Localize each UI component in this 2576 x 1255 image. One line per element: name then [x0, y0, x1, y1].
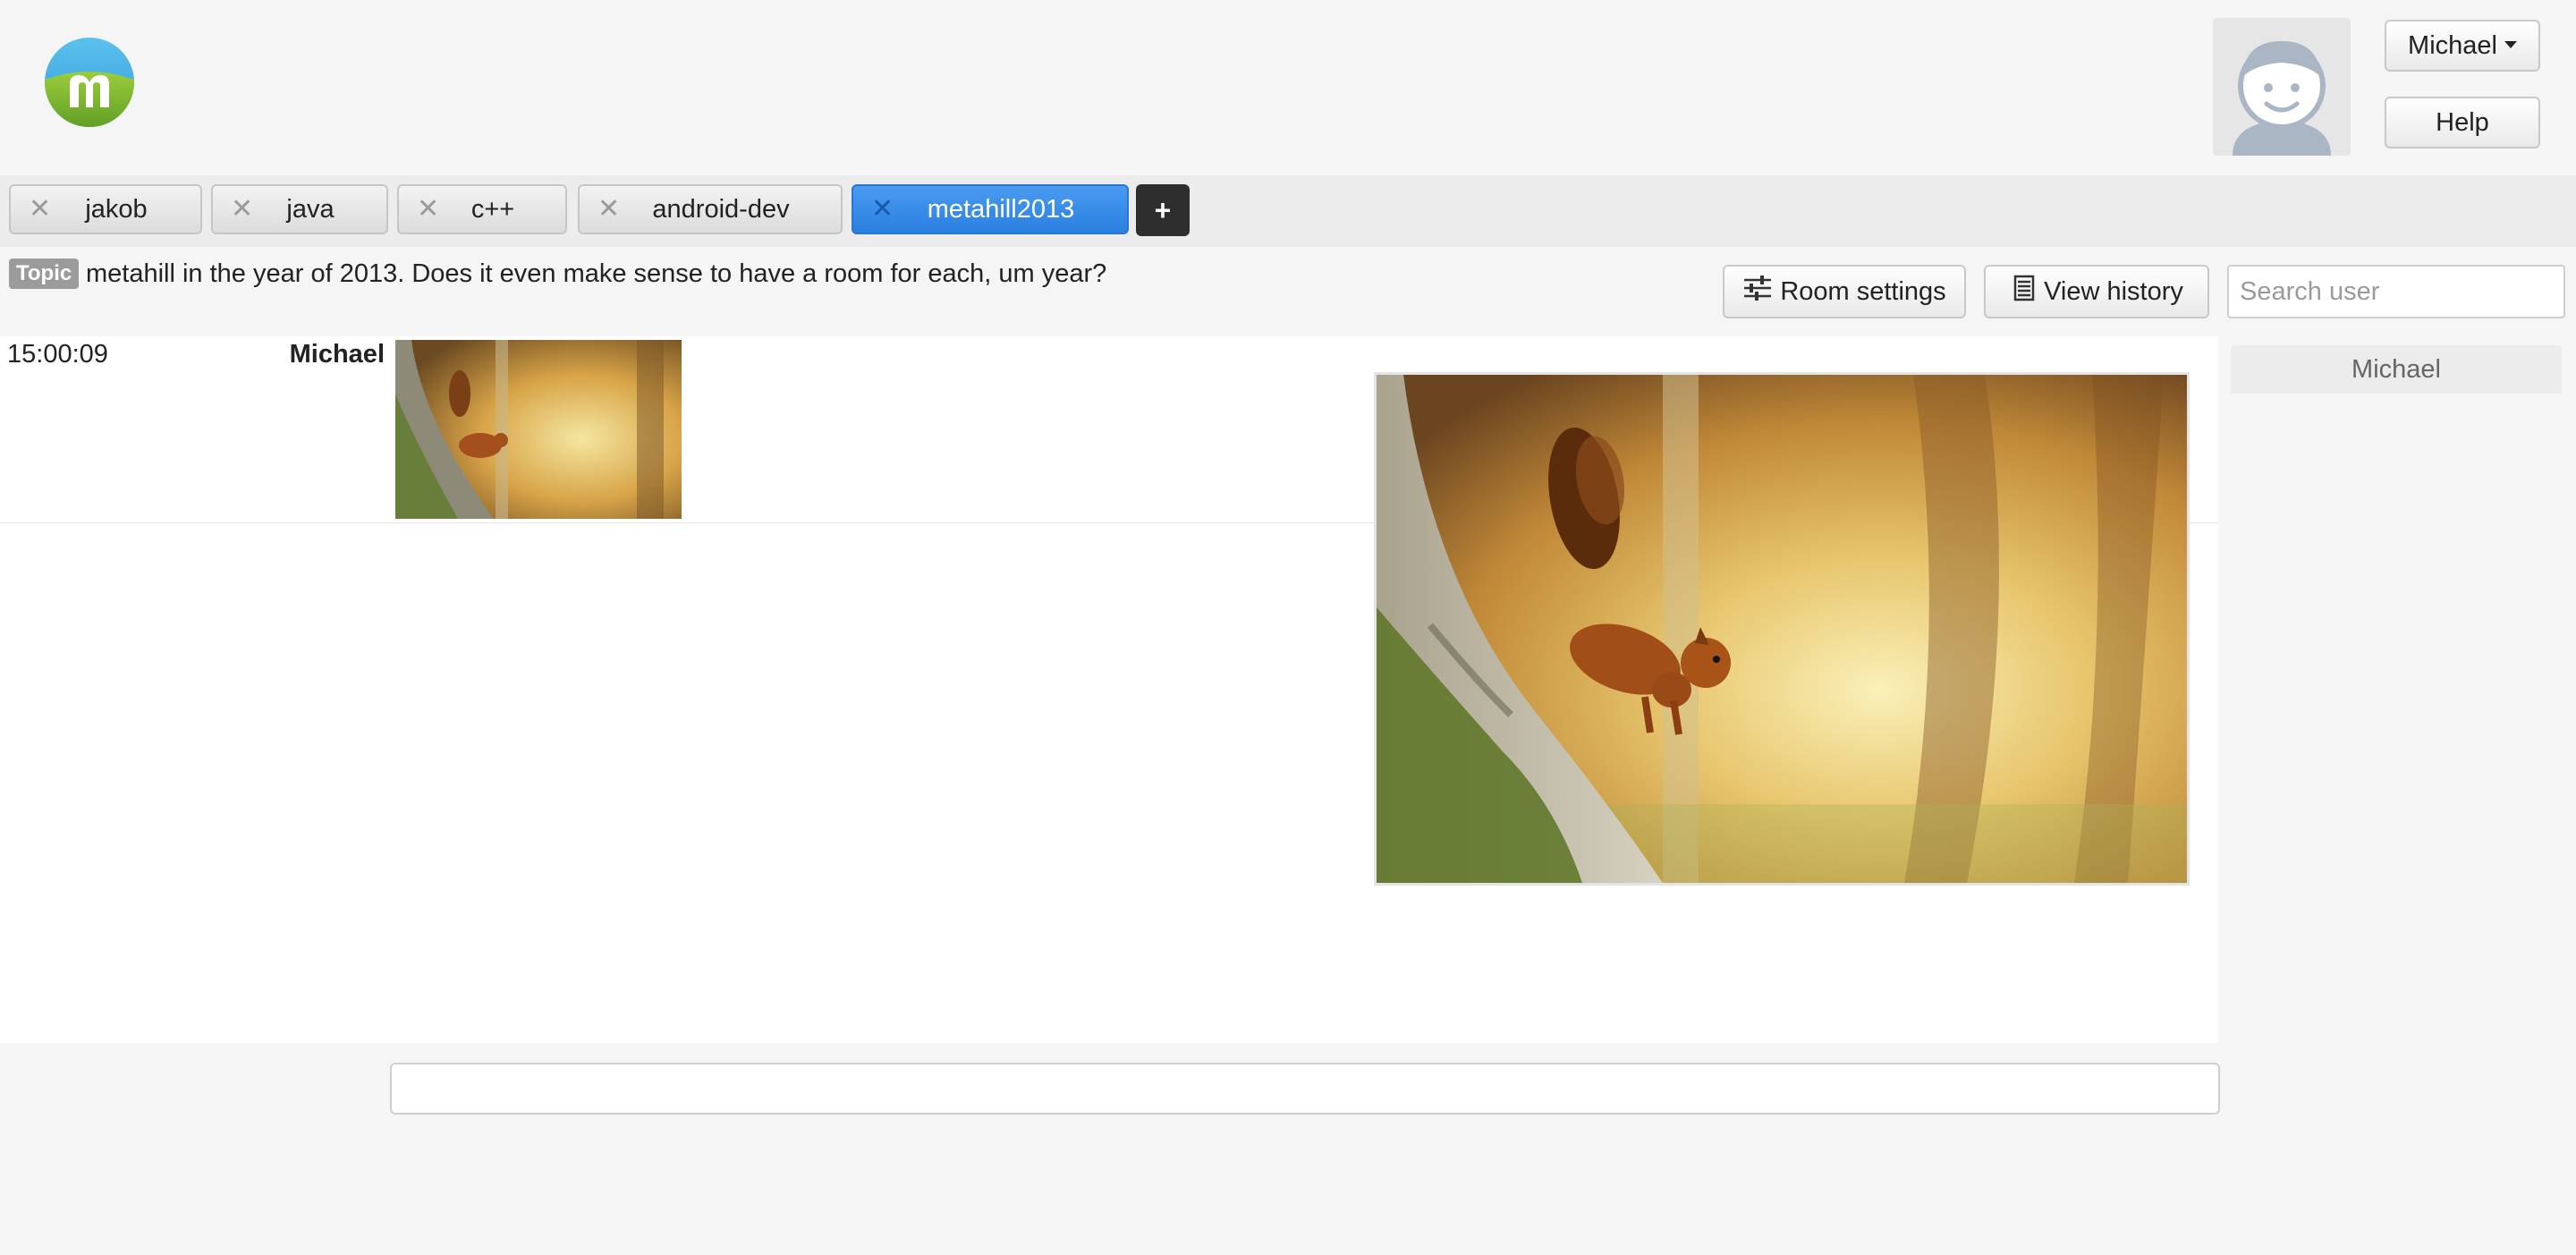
user-list: Michael — [2231, 345, 2562, 394]
list-icon — [2010, 275, 2037, 309]
room-settings-button[interactable]: Room settings — [1723, 265, 1966, 318]
tab-label: c++ — [470, 195, 515, 224]
default-avatar-icon — [2233, 41, 2331, 156]
user-list-item[interactable]: Michael — [2231, 345, 2562, 394]
header: Michael Help — [0, 0, 2576, 175]
message-input[interactable] — [390, 1063, 2220, 1115]
tab-android-dev[interactable]: ✕ android-dev — [578, 184, 843, 234]
tab-java[interactable]: ✕ java — [211, 184, 388, 234]
avatar[interactable] — [2213, 18, 2351, 156]
room-settings-label: Room settings — [1780, 276, 1946, 306]
help-button[interactable]: Help — [2385, 97, 2540, 148]
tab-metahill2013[interactable]: ✕ metahill2013 — [852, 184, 1129, 234]
search-user-input[interactable] — [2227, 265, 2565, 318]
tab-label: android-dev — [652, 195, 790, 224]
room-tabs: ✕ jakob ✕ java ✕ c++ ✕ android-dev ✕ met… — [0, 175, 2576, 247]
topic-badge: Topic — [9, 259, 80, 289]
message-timestamp: 15:00:09 — [7, 340, 108, 369]
add-tab-button[interactable]: + — [1136, 184, 1190, 236]
squirrel-image-thumbnail[interactable] — [395, 340, 682, 519]
caret-down-icon — [2504, 41, 2517, 48]
tab-cpp[interactable]: ✕ c++ — [397, 184, 567, 234]
tab-label: metahill2013 — [927, 195, 1075, 224]
chat-log[interactable]: 15:00:09 Michael — [0, 336, 2218, 1043]
sliders-icon — [1742, 275, 1773, 309]
tab-jakob[interactable]: ✕ jakob — [9, 184, 202, 234]
message-author[interactable]: Michael — [290, 340, 385, 369]
view-history-label: View history — [2044, 276, 2183, 306]
topic-text: metahill in the year of 2013. Does it ev… — [86, 259, 1107, 288]
help-label: Help — [2436, 107, 2489, 137]
tab-label: jakob — [85, 195, 148, 224]
user-menu-button[interactable]: Michael — [2385, 20, 2540, 72]
view-history-button[interactable]: View history — [1984, 265, 2209, 318]
metahill-logo[interactable] — [43, 36, 136, 129]
tab-label: java — [286, 195, 335, 224]
user-menu-label: Michael — [2408, 30, 2497, 60]
squirrel-image-preview[interactable] — [1374, 372, 2190, 886]
